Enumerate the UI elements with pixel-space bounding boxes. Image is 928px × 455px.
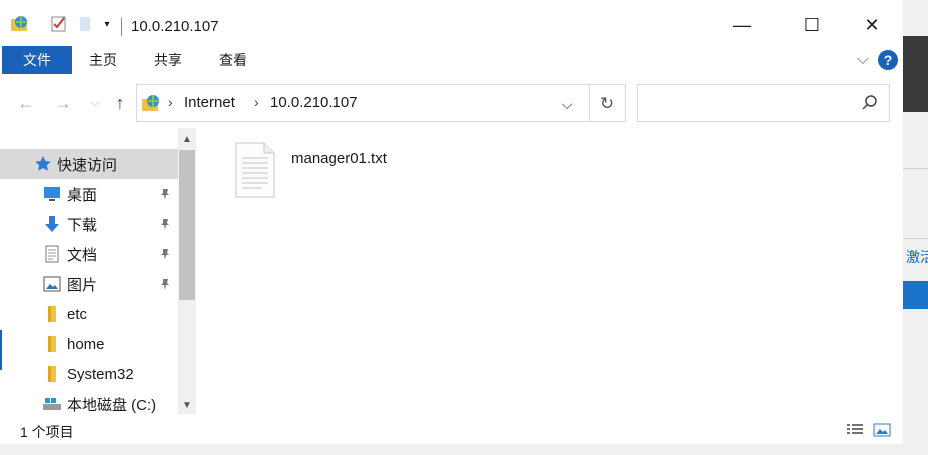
sidebar-item-quick-access[interactable]: 快速访问 bbox=[0, 149, 178, 179]
sidebar-item-documents[interactable]: 文档 bbox=[0, 239, 178, 269]
title-bar: ▾ 10.0.210.107 — ☐ ✕ bbox=[0, 0, 903, 40]
file-explorer-window: ▾ 10.0.210.107 — ☐ ✕ 文件 主页 共享 查看 ⌵ ? ← →… bbox=[0, 0, 903, 455]
scroll-thumb[interactable] bbox=[179, 150, 195, 300]
details-view-icon[interactable] bbox=[845, 421, 865, 439]
sidebar-item-label: System32 bbox=[67, 365, 134, 383]
breadcrumb-host[interactable]: 10.0.210.107 bbox=[270, 94, 358, 111]
title-separator bbox=[121, 18, 122, 36]
text-file-icon bbox=[234, 142, 276, 198]
sidebar-item-label: 文档 bbox=[67, 246, 98, 264]
maximize-button[interactable]: ☐ bbox=[789, 10, 835, 40]
file-name: manager01.txt bbox=[291, 150, 387, 167]
folder-icon bbox=[42, 334, 62, 354]
sidebar-item-system32[interactable]: System32 bbox=[0, 359, 178, 389]
ribbon-tabs: 文件 主页 共享 查看 ⌵ ? bbox=[0, 46, 903, 76]
minimize-button[interactable]: — bbox=[719, 10, 765, 40]
star-icon bbox=[33, 154, 53, 174]
search-icon[interactable] bbox=[861, 94, 879, 112]
pin-icon[interactable] bbox=[158, 217, 172, 231]
search-input[interactable] bbox=[637, 84, 890, 122]
address-bar[interactable]: › Internet › 10.0.210.107 ⌵ ↻ bbox=[136, 84, 626, 122]
recent-locations-chevron-icon[interactable]: ⌵ bbox=[84, 92, 106, 114]
sidebar-item-desktop[interactable]: 桌面 bbox=[0, 179, 178, 209]
folder-icon bbox=[42, 304, 62, 324]
download-icon bbox=[42, 214, 62, 234]
help-button[interactable]: ? bbox=[878, 50, 898, 70]
navigation-pane: 快速访问 桌面 下载 文档 图片 etc home System32 本地磁盘 … bbox=[0, 128, 198, 414]
background-text: 激活 bbox=[906, 249, 928, 265]
sidebar-item-pictures[interactable]: 图片 bbox=[0, 269, 178, 299]
tab-view[interactable]: 查看 bbox=[219, 46, 247, 74]
item-count: 1 个项目 bbox=[20, 424, 74, 440]
back-arrow-icon[interactable]: ← bbox=[15, 92, 37, 114]
sidebar-item-label: home bbox=[67, 335, 105, 353]
focus-accent-bar bbox=[0, 330, 2, 370]
sidebar-item-label: 快速访问 bbox=[57, 156, 118, 174]
breadcrumb-separator-icon[interactable]: › bbox=[254, 94, 259, 110]
folder-icon bbox=[42, 364, 62, 384]
scroll-down-chevron-icon[interactable]: ▼ bbox=[178, 396, 196, 414]
drive-icon bbox=[42, 394, 62, 414]
background-divider bbox=[903, 168, 928, 169]
pin-icon[interactable] bbox=[158, 187, 172, 201]
address-history-chevron-icon[interactable]: ⌵ bbox=[557, 94, 577, 114]
close-button[interactable]: ✕ bbox=[849, 10, 895, 40]
sidebar-item-label: etc bbox=[67, 305, 88, 323]
refresh-icon[interactable]: ↻ bbox=[595, 92, 619, 116]
window-title: 10.0.210.107 bbox=[131, 18, 219, 35]
window-bottom-edge bbox=[0, 444, 928, 455]
large-icons-view-icon[interactable] bbox=[872, 421, 892, 439]
address-divider bbox=[589, 85, 590, 121]
sidebar-item-home[interactable]: home bbox=[0, 329, 178, 359]
sidebar-item-label: 桌面 bbox=[67, 186, 98, 204]
breadcrumb-separator-icon[interactable]: › bbox=[168, 94, 173, 110]
expand-ribbon-chevron-icon[interactable]: ⌵ bbox=[853, 50, 873, 70]
sidebar-item-local-disk[interactable]: 本地磁盘 (C:) bbox=[0, 389, 178, 414]
document-icon bbox=[42, 244, 62, 264]
sidebar-item-label: 图片 bbox=[67, 276, 98, 294]
background-blue-block bbox=[903, 281, 928, 309]
picture-icon bbox=[42, 274, 62, 294]
pin-icon[interactable] bbox=[158, 247, 172, 261]
background-dark-panel bbox=[903, 36, 928, 112]
up-arrow-icon[interactable]: ↑ bbox=[109, 92, 131, 114]
sidebar-item-label: 本地磁盘 (C:) bbox=[67, 396, 157, 414]
scroll-up-chevron-icon[interactable]: ▲ bbox=[178, 130, 196, 148]
customize-toolbar-chevron-icon[interactable]: ▾ bbox=[96, 14, 118, 34]
forward-arrow-icon[interactable]: → bbox=[52, 92, 74, 114]
sidebar-item-downloads[interactable]: 下载 bbox=[0, 209, 178, 239]
properties-icon[interactable] bbox=[48, 14, 70, 34]
tab-share[interactable]: 共享 bbox=[154, 46, 182, 74]
file-item[interactable]: manager01.txt bbox=[230, 140, 430, 200]
breadcrumb-internet[interactable]: Internet bbox=[184, 94, 235, 111]
navigation-scrollbar[interactable]: ▲ ▼ bbox=[178, 128, 196, 414]
background-divider bbox=[903, 238, 928, 239]
tab-home[interactable]: 主页 bbox=[89, 46, 117, 74]
network-location-icon bbox=[141, 93, 161, 113]
pin-icon[interactable] bbox=[158, 277, 172, 291]
network-folder-icon bbox=[9, 14, 31, 34]
desktop-icon bbox=[42, 184, 62, 204]
sidebar-item-etc[interactable]: etc bbox=[0, 299, 178, 329]
new-folder-icon[interactable] bbox=[74, 14, 96, 34]
background-window: 激活 bbox=[903, 0, 928, 455]
tab-file[interactable]: 文件 bbox=[2, 46, 72, 74]
status-bar: 1 个项目 bbox=[0, 418, 903, 444]
sidebar-item-label: 下载 bbox=[67, 216, 98, 234]
